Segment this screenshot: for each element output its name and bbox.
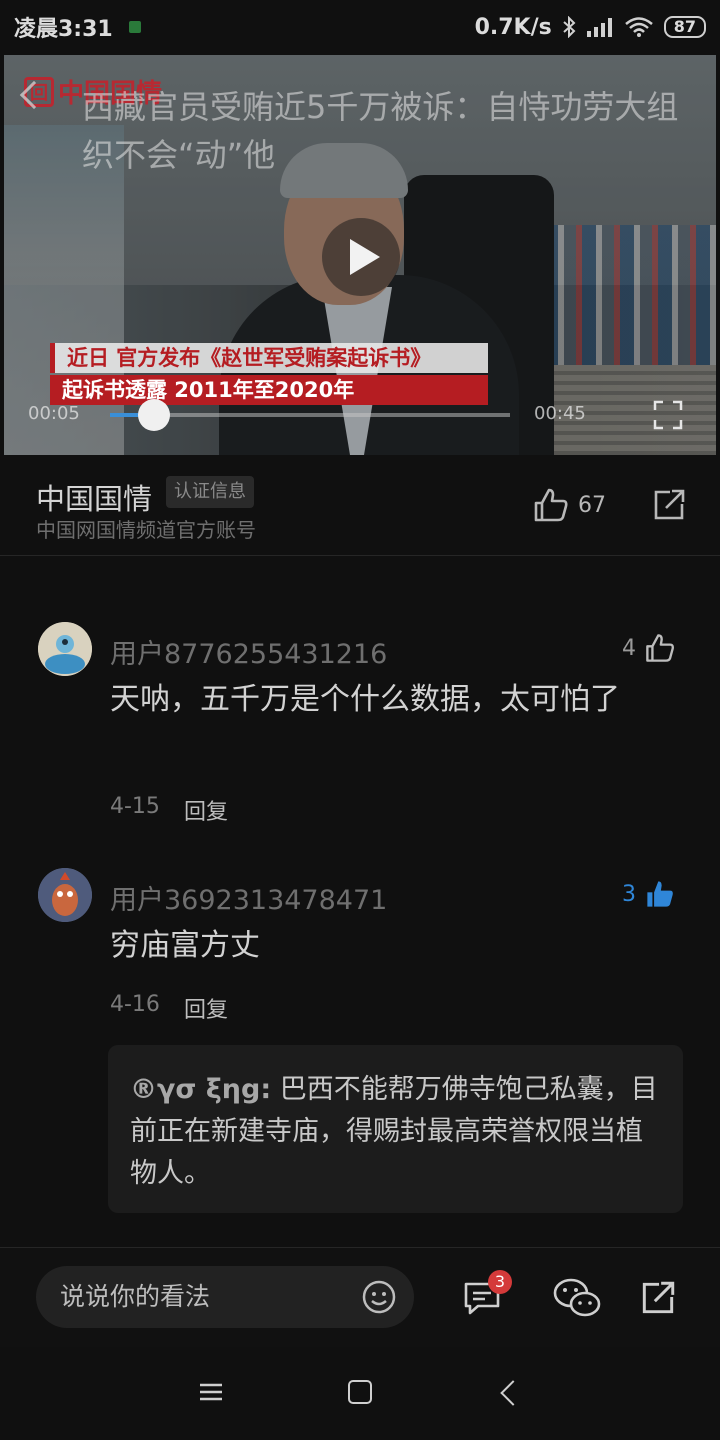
- comment-text: 天呐，五千万是个什么数据，太可怕了: [110, 682, 620, 717]
- verification-badge[interactable]: 认证信息: [166, 476, 254, 508]
- comment-username[interactable]: 用户3692313478471: [110, 878, 387, 917]
- home-icon[interactable]: [348, 1380, 372, 1404]
- status-bar: 凌晨3:31 0.7K/s 87: [0, 0, 720, 54]
- play-icon: [350, 239, 380, 275]
- wechat-icon[interactable]: [552, 1276, 602, 1320]
- thumbs-up-filled-icon: [647, 881, 673, 907]
- reply-button[interactable]: 回复: [184, 992, 228, 1024]
- comment-input[interactable]: 说说你的看法: [36, 1266, 414, 1328]
- thumbs-up-icon: [534, 488, 568, 522]
- bluetooth-icon: [563, 16, 576, 38]
- comment-item: 用户8776255431216 4 天呐，五千万是个什么数据，太可怕了 4-15…: [0, 622, 720, 825]
- bottom-action-bar: 说说你的看法 3: [0, 1247, 720, 1347]
- avatar-image: [38, 868, 92, 922]
- share-icon[interactable]: [638, 1278, 678, 1318]
- emoji-icon[interactable]: [362, 1280, 396, 1314]
- progress-thumb[interactable]: [138, 399, 170, 431]
- status-time: 凌晨3:31: [14, 17, 113, 42]
- video-like-count: 67: [578, 492, 606, 518]
- comment-item: 用户3692313478471 3 穷庙富方丈 4-16 回复: [0, 868, 720, 1038]
- video-title: 西藏官员受贿近5千万被诉：自恃功劳大组织不会“动”他: [82, 88, 679, 174]
- network-speed: 0.7K/s: [474, 14, 552, 40]
- comment-like-button[interactable]: 4: [622, 632, 676, 664]
- system-nav-bar: [0, 1348, 720, 1440]
- signal-icon: [586, 18, 612, 37]
- share-icon[interactable]: [650, 486, 688, 524]
- wifi-icon: [624, 17, 653, 37]
- comment-count-badge: 3: [488, 1270, 512, 1294]
- reply-button[interactable]: 回复: [184, 794, 228, 826]
- author-row: 中国国情 认证信息 中国网国情频道官方账号 67: [0, 456, 720, 556]
- comment-username[interactable]: 用户8776255431216: [110, 632, 387, 671]
- play-button[interactable]: [322, 218, 400, 296]
- avatar[interactable]: [38, 622, 92, 676]
- avatar[interactable]: [38, 868, 92, 922]
- comment-date: 4-16: [110, 992, 160, 1017]
- video-caption-line2: 起诉书透露 2011年至2020年: [50, 375, 488, 405]
- nav-back-icon[interactable]: [500, 1380, 526, 1406]
- video-caption-line1: 近日 官方发布《赵世军受贿案起诉书》: [50, 343, 488, 373]
- reply-username[interactable]: ®γσ ξηg:: [130, 1074, 271, 1105]
- video-like-button[interactable]: 67: [532, 486, 606, 524]
- comment-like-button[interactable]: 3: [622, 878, 676, 910]
- comment-date: 4-15: [110, 794, 160, 819]
- current-time: 00:05: [28, 403, 80, 424]
- comment-like-count: 3: [622, 881, 636, 907]
- notification-icon: [128, 21, 141, 33]
- thumbs-up-icon: [646, 634, 674, 662]
- menu-icon[interactable]: [198, 1382, 224, 1402]
- author-description: 中国网国情频道官方账号: [36, 518, 256, 542]
- author-name[interactable]: 中国国情: [36, 476, 152, 518]
- fullscreen-icon[interactable]: [652, 399, 684, 431]
- comment-text: 穷庙富方丈: [110, 928, 260, 963]
- reply-preview[interactable]: ®γσ ξηg: 巴西不能帮万佛寺饱己私囊，目前正在新建寺庙，得赐封最高荣誉权限…: [108, 1045, 683, 1213]
- comment-like-count: 4: [622, 635, 636, 661]
- battery-indicator: 87: [663, 16, 706, 38]
- avatar-image: [38, 622, 92, 676]
- total-time: 00:45: [534, 403, 586, 424]
- video-player[interactable]: 回 中国国情 西藏官员受贿近5千万被诉：自恃功劳大组织不会“动”他 近日 官方发…: [4, 55, 716, 455]
- progress-bar[interactable]: [110, 399, 510, 431]
